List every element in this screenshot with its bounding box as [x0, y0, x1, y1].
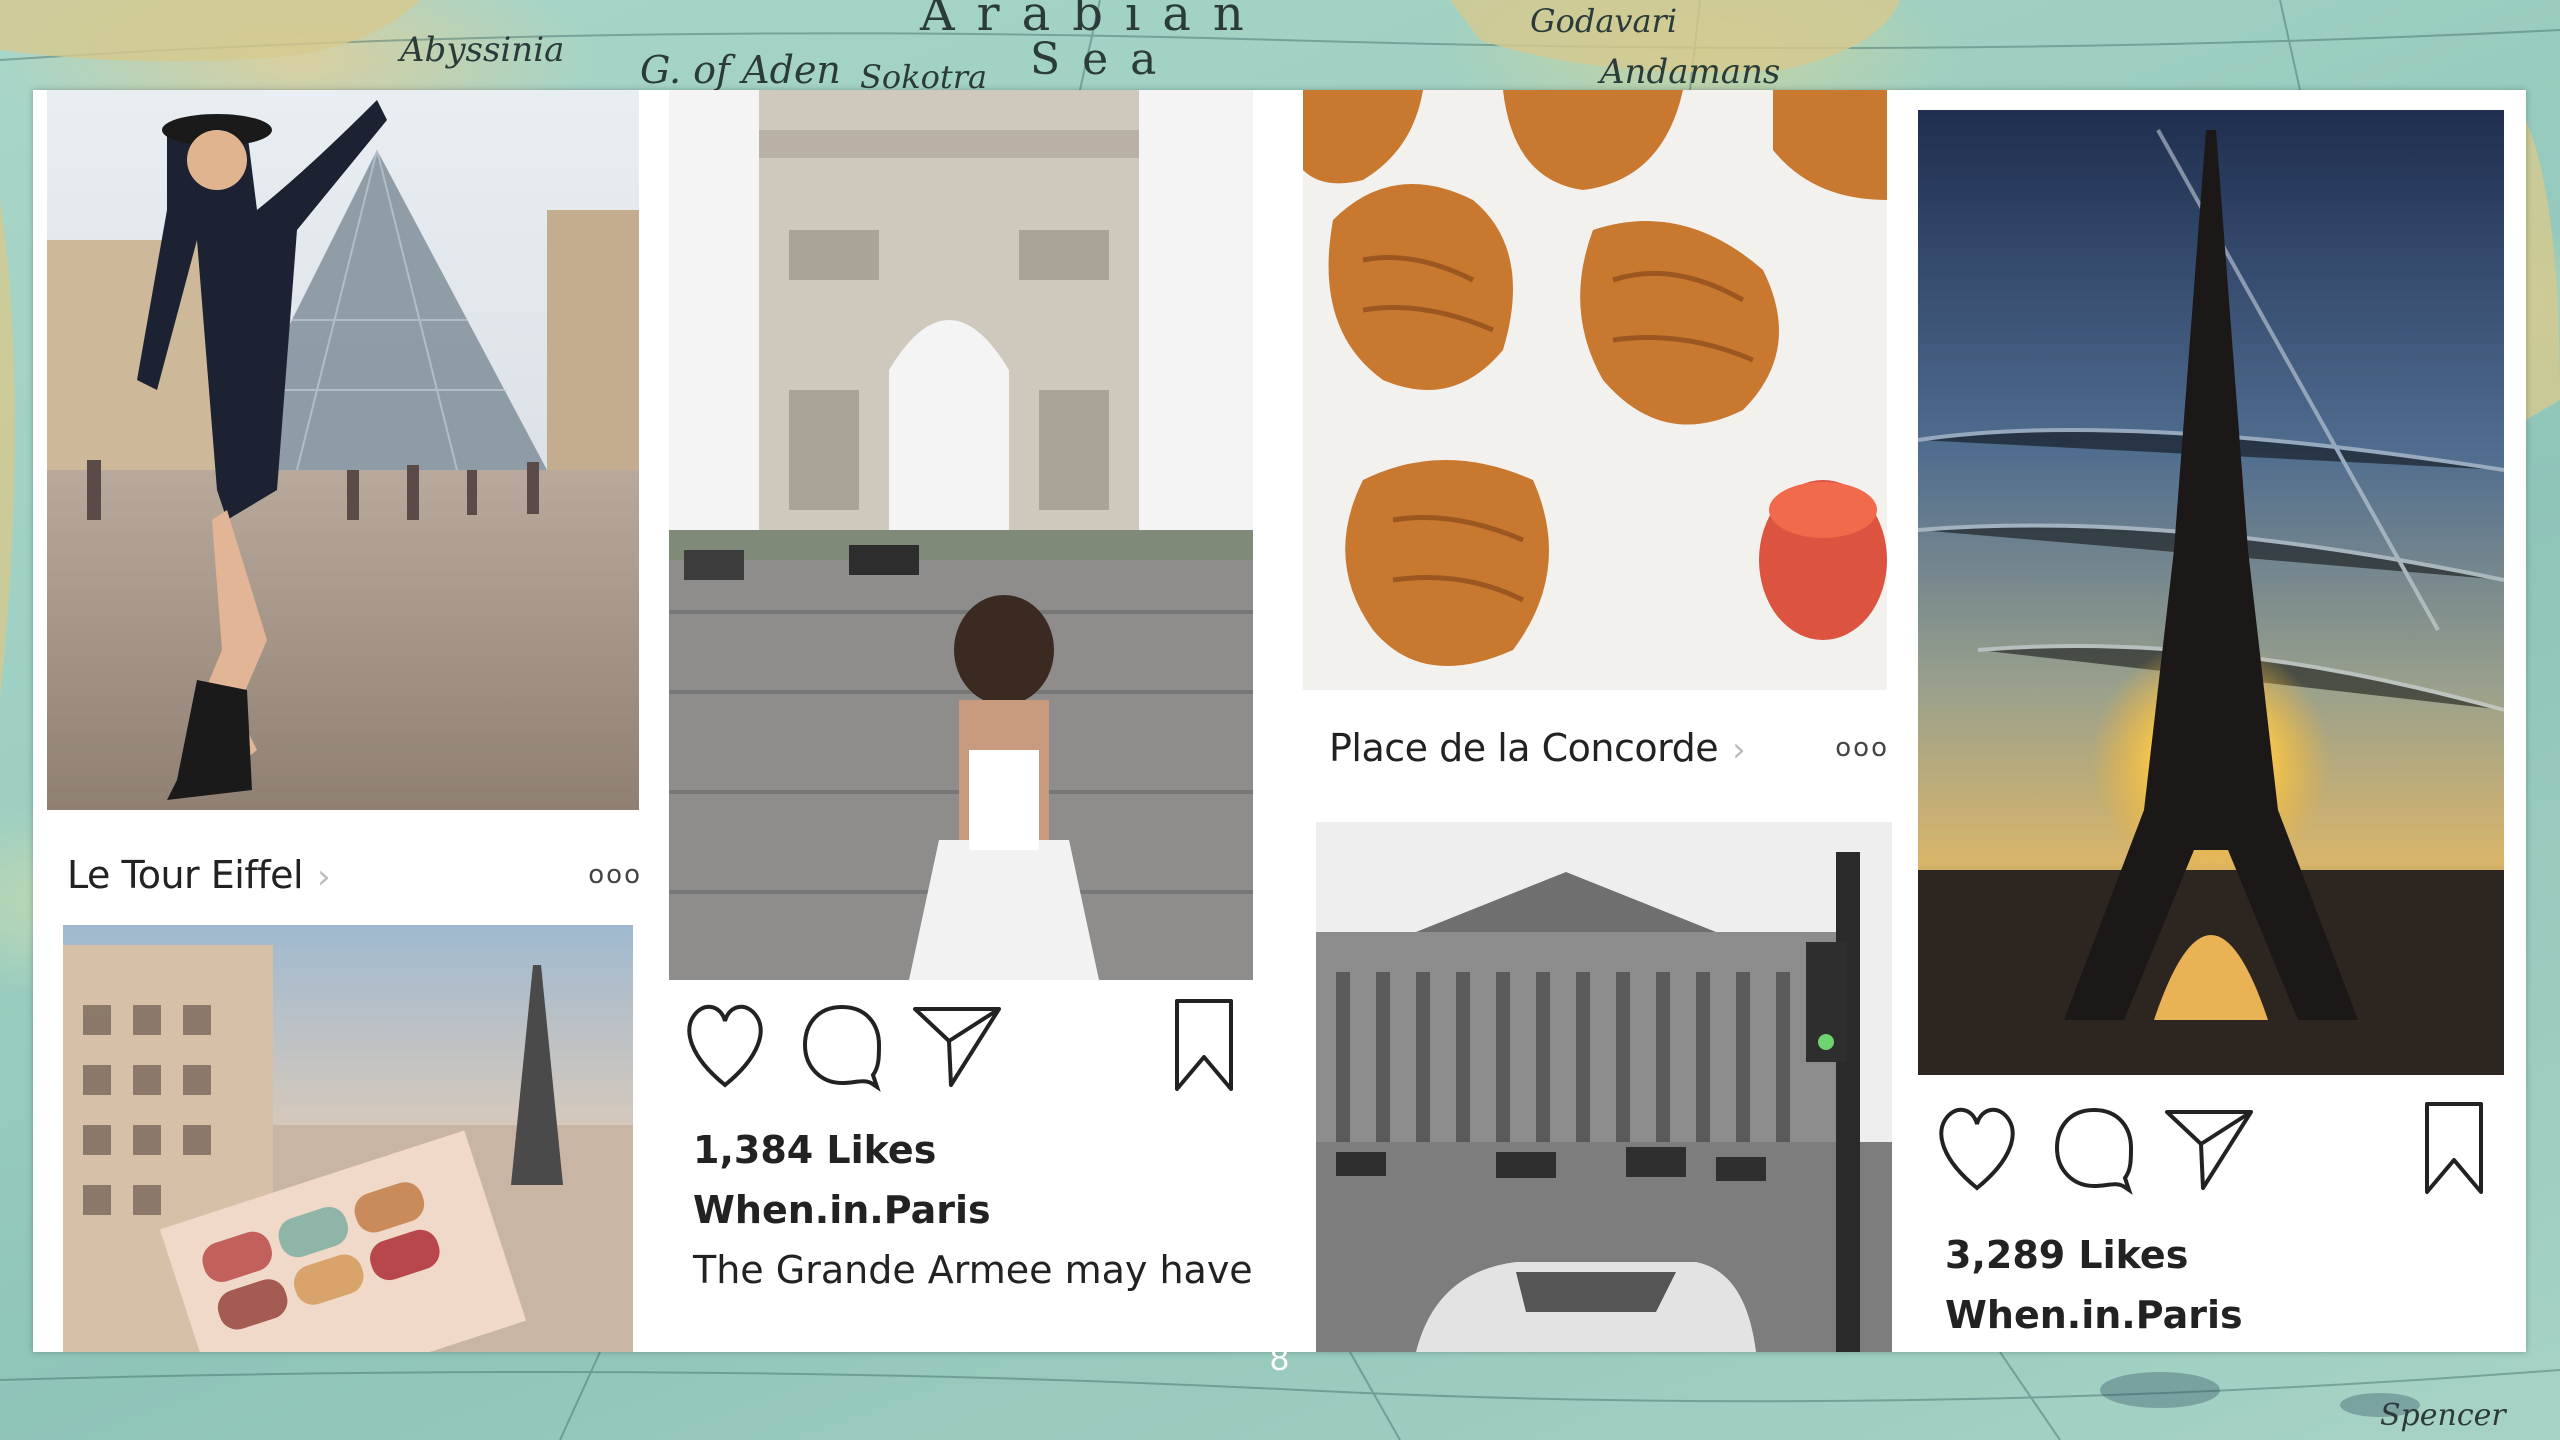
- likes-count[interactable]: 1,384 Likes: [693, 1120, 1253, 1180]
- slide-canvas: Le Tour Eiffel › ooo 1,384 Likes When.in…: [33, 90, 2526, 1352]
- location-link[interactable]: Le Tour Eiffel ›: [67, 853, 331, 897]
- post-actions-2: [1935, 1098, 2495, 1198]
- slide-page-number: 8: [1270, 1340, 1289, 1378]
- croissants-photo: [1303, 90, 1887, 690]
- bookmark-icon[interactable]: [1169, 995, 1239, 1095]
- location-link[interactable]: Place de la Concorde ›: [1329, 726, 1746, 770]
- heart-icon[interactable]: [683, 995, 767, 1095]
- map-label-spencer: Spencer: [2380, 1398, 2506, 1433]
- location-label: Place de la Concorde: [1329, 726, 1719, 770]
- arc-de-triomphe-photo: [669, 90, 1253, 980]
- post-text-2: 3,289 Likes When.in.Paris: [1945, 1225, 2505, 1345]
- louvre-photo: [47, 90, 639, 810]
- post-caption: The Grande Armee may have: [693, 1248, 1253, 1292]
- more-dots-icon[interactable]: ooo: [588, 860, 642, 890]
- map-label-sea: Sea: [1030, 34, 1179, 85]
- chevron-right-icon: ›: [317, 857, 331, 897]
- map-label-godavari: Godavari: [1530, 2, 1678, 40]
- send-icon[interactable]: [909, 995, 1005, 1095]
- heart-icon[interactable]: [1935, 1098, 2019, 1198]
- map-label-abyssinia: Abyssinia: [400, 30, 565, 70]
- more-dots-icon[interactable]: ooo: [1835, 733, 1889, 763]
- bookmark-icon[interactable]: [2419, 1098, 2489, 1198]
- username-link[interactable]: When.in.Paris: [693, 1180, 1253, 1240]
- macarons-eiffel-photo: [63, 925, 633, 1352]
- username-link[interactable]: When.in.Paris: [1945, 1285, 2505, 1345]
- location-label: Le Tour Eiffel: [67, 853, 304, 897]
- likes-count[interactable]: 3,289 Likes: [1945, 1225, 2505, 1285]
- send-icon[interactable]: [2161, 1098, 2257, 1198]
- post-header-eiffel: Le Tour Eiffel › ooo: [67, 835, 642, 915]
- place-de-la-concorde-photo: [1316, 822, 1892, 1352]
- eiffel-sunset-photo: [1918, 110, 2504, 1075]
- post-actions-1: [683, 995, 1243, 1095]
- comment-icon[interactable]: [797, 995, 887, 1095]
- chevron-right-icon: ›: [1732, 730, 1746, 770]
- post-header-concorde: Place de la Concorde › ooo: [1329, 708, 1889, 788]
- map-label-andamans: Andamans: [1600, 52, 1781, 92]
- map-label-gulf-of-aden: G. of Aden: [640, 48, 841, 92]
- comment-icon[interactable]: [2049, 1098, 2139, 1198]
- post-text-1: 1,384 Likes When.in.Paris The Grande Arm…: [693, 1120, 1253, 1300]
